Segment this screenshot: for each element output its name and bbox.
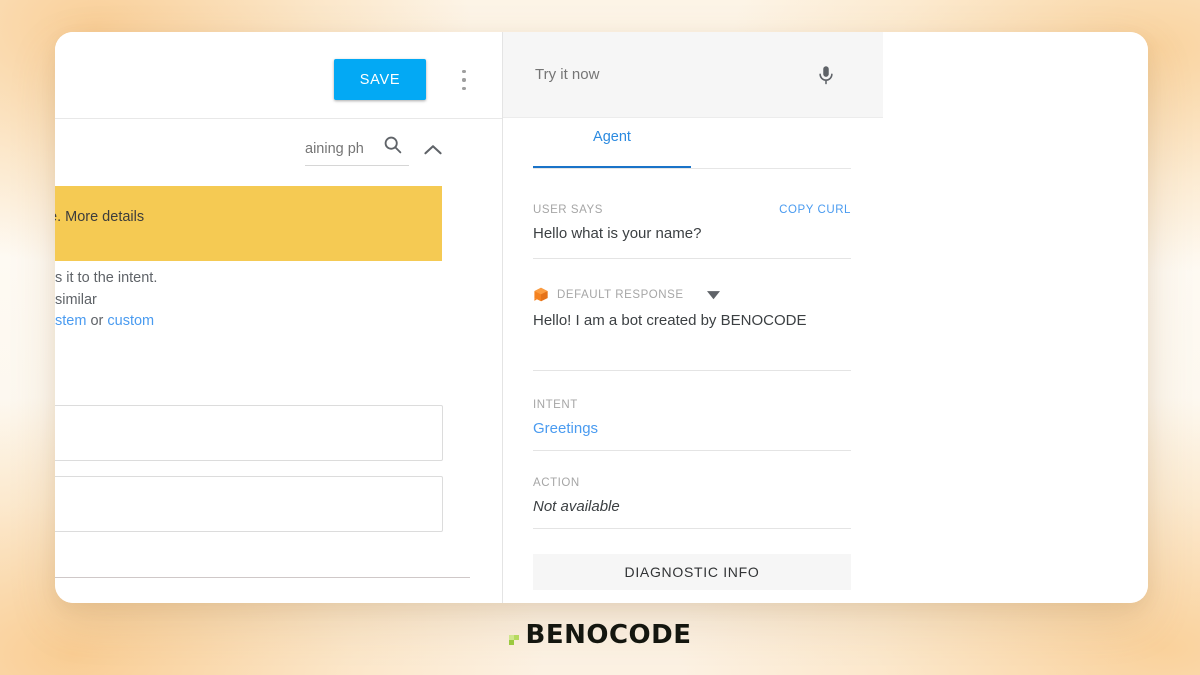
helper-line-1: s it to the intent. (55, 270, 158, 286)
action-value: Not available (533, 498, 620, 515)
field-divider (533, 528, 851, 529)
default-response-header: DEFAULT RESPONSE (533, 287, 851, 303)
tab-underline-active (533, 166, 691, 168)
benocode-mark-pixel (508, 634, 514, 640)
default-response-value: Hello! I am a bot created by BENOCODE (533, 312, 807, 329)
intent-value-link[interactable]: Greetings (533, 420, 851, 437)
kebab-dot (462, 78, 466, 82)
action-section: ACTION Not available (533, 477, 851, 515)
user-says-label: USER SAYS (533, 204, 603, 216)
intent-editor-toolbar: SAVE (55, 32, 502, 119)
try-it-now-input[interactable] (533, 65, 787, 84)
system-entity-link[interactable]: stem (55, 313, 86, 329)
try-it-now-panel: Agent USER SAYS COPY CURL Hello what is … (503, 32, 1148, 603)
dialogflow-cube-icon (533, 287, 549, 303)
field-divider (533, 370, 851, 371)
tab-underline-track (533, 168, 851, 169)
search-icon[interactable] (382, 134, 403, 160)
benocode-mark-pixel (508, 639, 514, 645)
kebab-menu-icon[interactable] (453, 68, 475, 92)
caret-down-icon[interactable] (706, 290, 720, 300)
training-phrase-entry-card[interactable] (55, 476, 443, 532)
training-phrase-entry-card[interactable] (55, 405, 443, 461)
user-says-section: USER SAYS COPY CURL Hello what is your n… (533, 204, 851, 242)
field-divider (533, 258, 851, 259)
warning-banner: e. More details (55, 186, 442, 261)
default-response-label: DEFAULT RESPONSE (557, 289, 684, 301)
action-label: ACTION (533, 477, 580, 489)
try-it-now-header (503, 32, 883, 118)
app-window-card: SAVE e. (55, 32, 1148, 603)
helper-line-3: stem or custom (55, 311, 442, 333)
user-says-value: Hello what is your name? (533, 225, 702, 242)
custom-entity-link[interactable]: custom (107, 313, 154, 329)
intent-helper-text: s it to the intent. similar stem or cust… (55, 268, 442, 333)
helper-conjunction: or (86, 313, 108, 329)
benocode-mark-icon (508, 632, 522, 645)
training-phrase-search-row (55, 118, 502, 178)
kebab-dot (462, 70, 466, 74)
copy-curl-button[interactable]: COPY CURL (779, 204, 851, 216)
section-divider (55, 577, 470, 578)
benocode-wordmark: BENOCODE (525, 620, 692, 650)
chevron-up-icon[interactable] (420, 137, 446, 168)
microphone-icon[interactable] (815, 64, 837, 91)
intent-editor-panel: SAVE e. (55, 32, 502, 603)
tab-agent[interactable]: Agent (533, 129, 691, 145)
user-says-header: USER SAYS COPY CURL (533, 204, 851, 216)
helper-line-2: similar (55, 291, 97, 308)
default-response-section: DEFAULT RESPONSE Hello! I am a bot creat… (533, 287, 851, 329)
intent-section: INTENT Greetings (533, 399, 851, 437)
intent-label: INTENT (533, 399, 578, 411)
try-it-now-tabs: Agent (503, 117, 883, 175)
field-divider (533, 450, 851, 451)
kebab-dot (462, 86, 466, 90)
benocode-mark-pixel (513, 634, 519, 640)
benocode-logo: BENOCODE (0, 620, 1200, 650)
save-button[interactable]: SAVE (334, 59, 426, 100)
warning-banner-text: e. More details (55, 209, 145, 225)
diagnostic-info-button[interactable]: DIAGNOSTIC INFO (533, 554, 851, 590)
